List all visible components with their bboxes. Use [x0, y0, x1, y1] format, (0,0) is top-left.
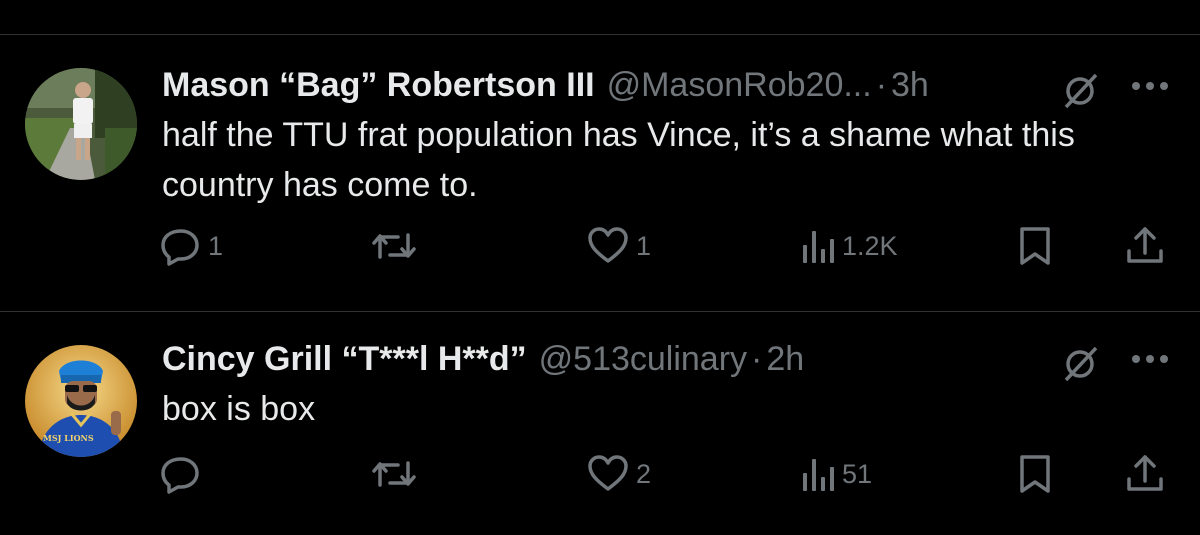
retweet-icon: [370, 453, 418, 495]
tweet-text: box is box: [162, 390, 316, 428]
views-button[interactable]: 51: [800, 453, 872, 495]
avatar[interactable]: [25, 68, 137, 180]
views-icon: [800, 225, 836, 267]
reply-button[interactable]: 1: [160, 225, 223, 267]
more-icon[interactable]: [1130, 352, 1170, 370]
like-button[interactable]: 2: [586, 453, 651, 495]
like-icon: [586, 453, 630, 495]
reply-icon: [160, 225, 202, 267]
handle[interactable]: @MasonRob20...: [607, 65, 872, 105]
avatar-text: MSJ LIONS: [43, 433, 94, 443]
share-icon: [1124, 453, 1166, 495]
avatar[interactable]: MSJ LIONS: [25, 345, 137, 457]
share-icon: [1124, 225, 1166, 267]
handle[interactable]: @513culinary: [539, 339, 747, 379]
action-bar: 1 1 1.2K: [0, 225, 1200, 275]
views-count: 1.2K: [842, 230, 898, 261]
reply-count: 1: [208, 230, 224, 261]
views-count: 51: [842, 458, 873, 489]
tweet-header: Cincy Grill “T***l H**d” @513culinary · …: [162, 339, 804, 379]
bookmark-icon: [1016, 225, 1054, 267]
retweet-button[interactable]: [370, 453, 424, 495]
like-button[interactable]: 1: [586, 225, 651, 267]
display-name[interactable]: Mason “Bag” Robertson III: [162, 65, 595, 105]
reply-icon: [160, 453, 202, 495]
tweet-text: half the TTU frat population has Vince, …: [162, 116, 1075, 204]
retweet-button[interactable]: [370, 225, 424, 267]
separator-dot: ·: [875, 66, 888, 104]
tweet[interactable]: Mason “Bag” Robertson III @MasonRob20...…: [0, 35, 1200, 311]
tweet[interactable]: MSJ LIONS Cincy Grill “T***l H**d” @513c…: [0, 312, 1200, 535]
bookmark-button[interactable]: [1016, 453, 1054, 495]
like-count: 1: [636, 230, 652, 261]
timestamp[interactable]: 2h: [766, 339, 804, 379]
like-count: 2: [636, 458, 652, 489]
retweet-icon: [370, 225, 418, 267]
reply-button[interactable]: [160, 453, 208, 495]
bookmark-button[interactable]: [1016, 225, 1054, 267]
views-button[interactable]: 1.2K: [800, 225, 898, 267]
more-icon[interactable]: [1130, 79, 1170, 97]
separator-dot: ·: [751, 340, 763, 378]
share-button[interactable]: [1124, 225, 1166, 267]
timestamp[interactable]: 3h: [891, 65, 929, 105]
like-icon: [586, 225, 630, 267]
display-name[interactable]: Cincy Grill “T***l H**d”: [162, 339, 527, 379]
share-button[interactable]: [1124, 453, 1166, 495]
bookmark-icon: [1016, 453, 1054, 495]
action-bar: 2 51: [0, 453, 1200, 503]
views-icon: [800, 453, 836, 495]
tweet-header: Mason “Bag” Robertson III @MasonRob20...…: [162, 65, 929, 105]
